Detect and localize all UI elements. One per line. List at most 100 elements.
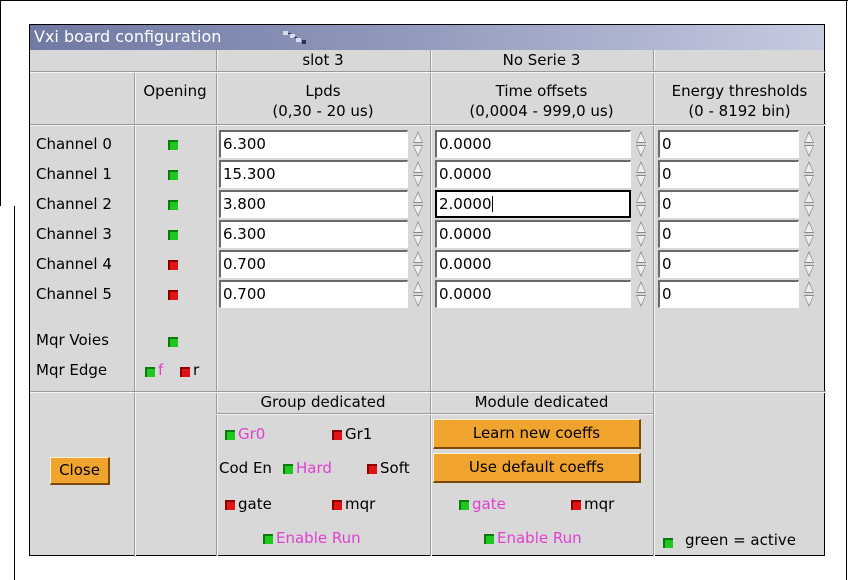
channel-label: Channel 0	[36, 135, 112, 153]
lpds-spinner[interactable]	[412, 190, 424, 218]
grid-line	[30, 71, 826, 73]
energy-threshold-input[interactable]: 0	[658, 250, 799, 278]
spin-down-fill	[637, 296, 645, 305]
time-offset-spinner[interactable]	[635, 190, 647, 218]
spin-up-fill	[637, 193, 645, 202]
mqr-voies-label: Mqr Voies	[36, 331, 109, 349]
lpds-input[interactable]: 3.800	[219, 190, 408, 218]
lpds-spinner[interactable]	[412, 250, 424, 278]
time-offset-spinner[interactable]	[635, 130, 647, 158]
module-gate-toggle[interactable]	[459, 500, 469, 510]
gr0-toggle[interactable]	[225, 430, 235, 440]
lpds-input[interactable]: 0.700	[219, 250, 408, 278]
time-offset-input[interactable]: 0.0000	[435, 130, 631, 158]
spin-up-fill	[414, 283, 422, 292]
time-offset-input[interactable]: 2.0000	[435, 190, 631, 218]
channel-opening-toggle[interactable]	[168, 290, 178, 300]
time-offset-input[interactable]: 0.0000	[435, 280, 631, 308]
close-button[interactable]: Close	[50, 457, 110, 485]
spin-down-fill	[805, 146, 813, 155]
lpds-spinner[interactable]	[412, 220, 424, 248]
energy-threshold-spinner[interactable]	[803, 190, 815, 218]
mqr-edge-f-label: f	[158, 361, 164, 379]
module-enable-run-toggle[interactable]	[484, 534, 494, 544]
energy-threshold-input[interactable]: 0	[658, 130, 799, 158]
time-offset-value: 0.0000	[439, 285, 492, 303]
time-offset-input[interactable]: 0.0000	[435, 220, 631, 248]
spin-down-fill	[637, 146, 645, 155]
channel-label: Channel 5	[36, 285, 112, 303]
module-dedicated-title: Module dedicated	[474, 393, 609, 411]
time-offset-input[interactable]: 0.0000	[435, 160, 631, 188]
mqr-edge-r-toggle[interactable]	[180, 367, 190, 377]
energy-threshold-input[interactable]: 0	[658, 160, 799, 188]
channel-opening-toggle[interactable]	[168, 230, 178, 240]
module-enable-run-label: Enable Run	[497, 529, 582, 547]
module-gate-label: gate	[472, 495, 506, 513]
background-window-border-right	[846, 0, 847, 580]
channel-opening-toggle[interactable]	[168, 170, 178, 180]
time-offset-spinner[interactable]	[635, 160, 647, 188]
time-offset-spinner[interactable]	[635, 220, 647, 248]
column-header-time-offsets: Time offsets	[495, 82, 588, 100]
vxi-board-configuration-window: Vxi board configuration slot 3 No Serie …	[29, 24, 826, 557]
window-title: Vxi board configuration	[34, 27, 222, 46]
energy-threshold-input[interactable]: 0	[658, 280, 799, 308]
spin-up-fill	[414, 193, 422, 202]
spin-down-fill	[414, 206, 422, 215]
mqr-edge-label: Mqr Edge	[36, 361, 108, 379]
hard-toggle[interactable]	[283, 464, 293, 474]
energy-threshold-spinner[interactable]	[803, 160, 815, 188]
gr1-toggle[interactable]	[332, 430, 342, 440]
channel-opening-toggle[interactable]	[168, 140, 178, 150]
background-window-border-left-lower	[14, 206, 15, 580]
spin-up-fill	[805, 163, 813, 172]
lpds-spinner[interactable]	[412, 280, 424, 308]
group-enable-run-toggle[interactable]	[263, 534, 273, 544]
group-dedicated-title: Group dedicated	[260, 393, 386, 411]
spin-up-fill	[637, 223, 645, 232]
energy-threshold-spinner[interactable]	[803, 130, 815, 158]
lpds-spinner[interactable]	[412, 160, 424, 188]
mqr-voies-toggle[interactable]	[168, 337, 178, 347]
learn-new-coeffs-button[interactable]: Learn new coeffs	[433, 419, 641, 449]
energy-threshold-spinner[interactable]	[803, 280, 815, 308]
time-offset-value: 0.0000	[439, 255, 492, 273]
network-icon	[283, 31, 306, 44]
spin-up-fill	[637, 253, 645, 262]
text-caret	[491, 196, 493, 212]
spin-down-fill	[414, 296, 422, 305]
title-bar[interactable]: Vxi board configuration	[30, 25, 824, 50]
module-mqr-label: mqr	[584, 495, 615, 513]
grid-line	[216, 413, 653, 415]
cod-en-label: Cod En	[219, 459, 272, 477]
lpds-input[interactable]: 6.300	[219, 130, 408, 158]
channel-label: Channel 3	[36, 225, 112, 243]
lpds-input[interactable]: 6.300	[219, 220, 408, 248]
channel-opening-toggle[interactable]	[168, 260, 178, 270]
module-mqr-toggle[interactable]	[571, 500, 581, 510]
mqr-edge-f-toggle[interactable]	[145, 367, 155, 377]
time-offset-spinner[interactable]	[635, 280, 647, 308]
group-mqr-toggle[interactable]	[332, 500, 342, 510]
time-offset-spinner[interactable]	[635, 250, 647, 278]
energy-threshold-input[interactable]: 0	[658, 190, 799, 218]
group-enable-run-label: Enable Run	[276, 529, 361, 547]
spin-down-fill	[805, 236, 813, 245]
background-window-border-left	[0, 0, 1, 206]
spin-down-fill	[414, 146, 422, 155]
energy-threshold-spinner[interactable]	[803, 250, 815, 278]
lpds-input[interactable]: 0.700	[219, 280, 408, 308]
time-offset-input[interactable]: 0.0000	[435, 250, 631, 278]
spin-up-fill	[637, 283, 645, 292]
channel-opening-toggle[interactable]	[168, 200, 178, 210]
lpds-input[interactable]: 15.300	[219, 160, 408, 188]
lpds-spinner[interactable]	[412, 130, 424, 158]
energy-threshold-input[interactable]: 0	[658, 220, 799, 248]
soft-toggle[interactable]	[367, 464, 377, 474]
group-gate-toggle[interactable]	[225, 500, 235, 510]
group-gate-label: gate	[238, 495, 272, 513]
use-default-coeffs-button[interactable]: Use default coeffs	[433, 453, 641, 483]
legend-active-indicator	[663, 538, 673, 548]
energy-threshold-spinner[interactable]	[803, 220, 815, 248]
